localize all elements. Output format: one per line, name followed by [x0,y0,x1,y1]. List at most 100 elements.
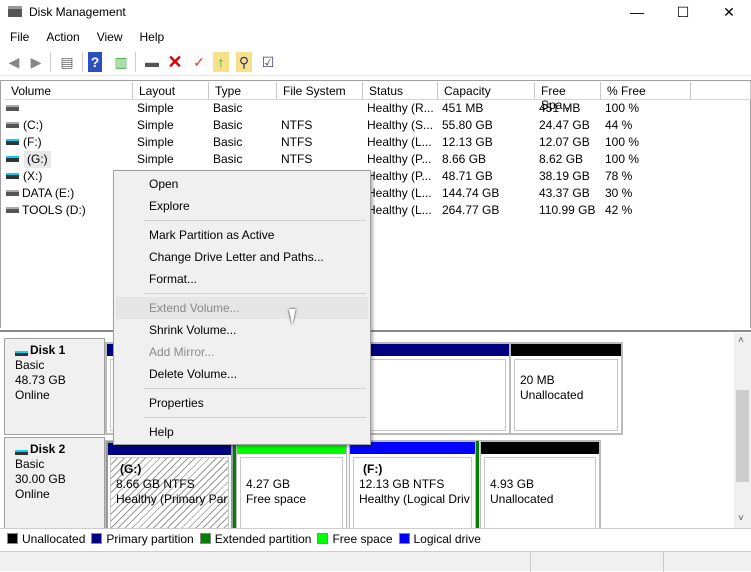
menu-item-format[interactable]: Format... [116,268,368,290]
column-header-layout[interactable]: Layout [133,82,209,100]
cell-status: Healthy (R... [367,101,434,115]
cell-capacity: 12.13 GB [442,135,493,149]
menu-item-properties[interactable]: Properties [116,392,368,414]
close-button[interactable]: ✕ [706,0,751,26]
scroll-down-icon[interactable]: ˅ [738,513,744,524]
disk-2-label[interactable]: Disk 2 Basic 30.00 GB Online [4,437,105,530]
partition-size: 8.66 GB NTFS [116,477,195,491]
open-folder-icon[interactable]: ↑ [213,52,229,72]
partition-f[interactable]: (F:) 12.13 GB NTFS Healthy (Logical Driv [349,441,476,531]
checklist-icon[interactable]: ☑ [258,52,278,72]
scroll-thumb[interactable] [736,390,749,482]
disk-icon [15,351,28,356]
table-row[interactable]: (F:) Simple Basic NTFS Healthy (L... 12.13 GB… [1,134,750,151]
cell-status: Healthy (L... [367,186,432,200]
properties-icon[interactable]: ✓ [189,52,209,72]
status-divider [663,552,664,572]
menu-item-help[interactable]: Help [116,421,368,443]
explore-icon[interactable]: ⚲ [236,52,252,72]
drive-icon [6,122,19,128]
menu-help[interactable]: Help [130,28,172,44]
table-row[interactable]: Simple Basic Healthy (R... 451 MB 451 MB 100 … [1,100,750,117]
legend-swatch [7,533,18,544]
forward-icon[interactable]: ▶ [26,52,46,72]
cell-pct: 30 % [605,186,633,200]
cell-capacity: 48.71 GB [442,169,493,183]
column-header-fs[interactable]: File System [277,82,363,100]
scroll-up-icon[interactable]: ˄ [738,335,744,346]
partition-size: 4.27 GB [246,477,291,491]
partition-g[interactable]: (G:) 8.66 GB NTFS Healthy (Primary Par [106,441,233,531]
disk-1-unallocated[interactable]: 20 MB Unallocated [510,343,622,434]
partition-status: Healthy (Logical Driv [359,492,470,506]
disk-1-label[interactable]: Disk 1 Basic 48.73 GB Online [4,338,105,435]
cell-pct: 42 % [605,203,633,217]
legend-item: Primary partition [91,532,194,546]
cell-type: Basic [213,101,243,115]
console-tree-icon[interactable]: ▤ [57,52,77,72]
column-header-pct[interactable]: % Free [601,82,691,100]
column-header-empty[interactable] [691,82,751,100]
cell-type: Basic [213,118,243,132]
legend-item: Logical drive [398,532,481,546]
cell-volume [23,100,133,117]
column-header-capacity[interactable]: Capacity [438,82,535,100]
cell-type: Basic [213,135,243,149]
minimize-button[interactable]: — [614,0,660,26]
legend-item: Unallocated [7,532,85,546]
cell-status: Healthy (L... [367,135,432,149]
cell-volume: (G:) [24,151,51,168]
cell-free: 43.37 GB [539,186,590,200]
cell-capacity: 55.80 GB [442,118,493,132]
free-space-partition[interactable]: 4.27 GB Free space [236,441,347,531]
legend-label: Free space [332,532,393,546]
cell-pct: 100 % [605,101,640,115]
menu-item-mark-partition-as-active[interactable]: Mark Partition as Active [116,224,368,246]
column-header-status[interactable]: Status [363,82,438,100]
cell-volume: (F:) [23,135,42,149]
legend-label: Unallocated [22,532,86,546]
drive-icon [6,105,19,111]
toolbar-separator [135,52,136,72]
menu-action[interactable]: Action [36,28,86,44]
action-pane-icon[interactable]: ▥ [111,52,131,72]
cell-volume: (C:) [23,118,43,132]
cell-fs [281,100,361,117]
disk-icon [15,450,28,455]
cell-type: Basic [213,152,243,166]
drive-icon [6,207,19,213]
cell-free: 8.62 GB [539,152,584,166]
legend-swatch [199,533,211,544]
disk-state: Online [15,487,50,501]
menu-item-shrink-volume[interactable]: Shrink Volume... [116,319,368,341]
help-icon[interactable]: ? [88,52,102,72]
menu-item-open[interactable]: Open [116,173,368,195]
column-header-free[interactable]: Free Spa... [535,82,601,112]
menu-item-delete-volume[interactable]: Delete Volume... [116,363,368,385]
delete-icon[interactable]: ✕ [165,52,185,72]
menu-separator [144,417,366,418]
menu-view[interactable]: View [87,28,130,44]
disk-2-unallocated[interactable]: 4.93 GB Unallocated [480,441,600,531]
table-row[interactable]: (G:) Simple Basic NTFS Healthy (P... 8.66 GB 8… [1,151,750,168]
menu-item-explore[interactable]: Explore [116,195,368,217]
partition-status: Free space [246,492,307,506]
legend-swatch [91,533,103,544]
column-header-type[interactable]: Type [209,82,277,100]
back-icon[interactable]: ◀ [4,52,24,72]
title-bar: Disk Management — ☐ ✕ [0,0,751,26]
disk-size: 30.00 GB [15,472,66,486]
connect-drive-icon[interactable]: ▬ [142,52,162,72]
vertical-scrollbar[interactable]: ˄ ˅ [734,333,751,528]
menu-item-change-drive-letter-and-paths[interactable]: Change Drive Letter and Paths... [116,246,368,268]
cell-free: 110.99 GB [539,203,596,217]
maximize-button[interactable]: ☐ [660,0,706,26]
app-icon [8,6,22,17]
cell-fs: NTFS [281,135,313,149]
menu-item-add-mirror: Add Mirror... [149,345,215,359]
drive-icon [6,156,19,162]
menu-file[interactable]: File [0,28,36,44]
column-header-volume[interactable]: Volume [5,82,133,100]
table-row[interactable]: (C:) Simple Basic NTFS Healthy (S... 55.80 GB… [1,117,750,134]
menu-separator [144,293,366,294]
